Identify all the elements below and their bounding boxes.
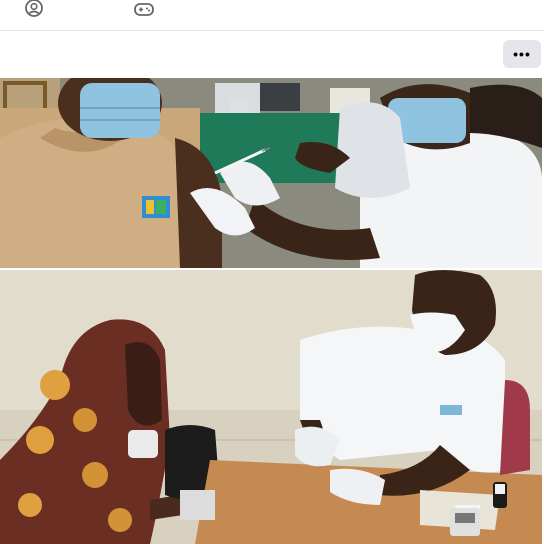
more-options-label: •••: [513, 46, 531, 62]
gaming-controller-icon[interactable]: [133, 0, 155, 18]
profile-circle-icon[interactable]: [23, 0, 45, 18]
more-options-button[interactable]: •••: [503, 40, 541, 68]
post-header: [0, 31, 544, 77]
top-navigation-bar: [0, 0, 544, 31]
vaccination-photo-1[interactable]: [0, 78, 542, 268]
vaccination-photo-2[interactable]: [0, 270, 542, 544]
